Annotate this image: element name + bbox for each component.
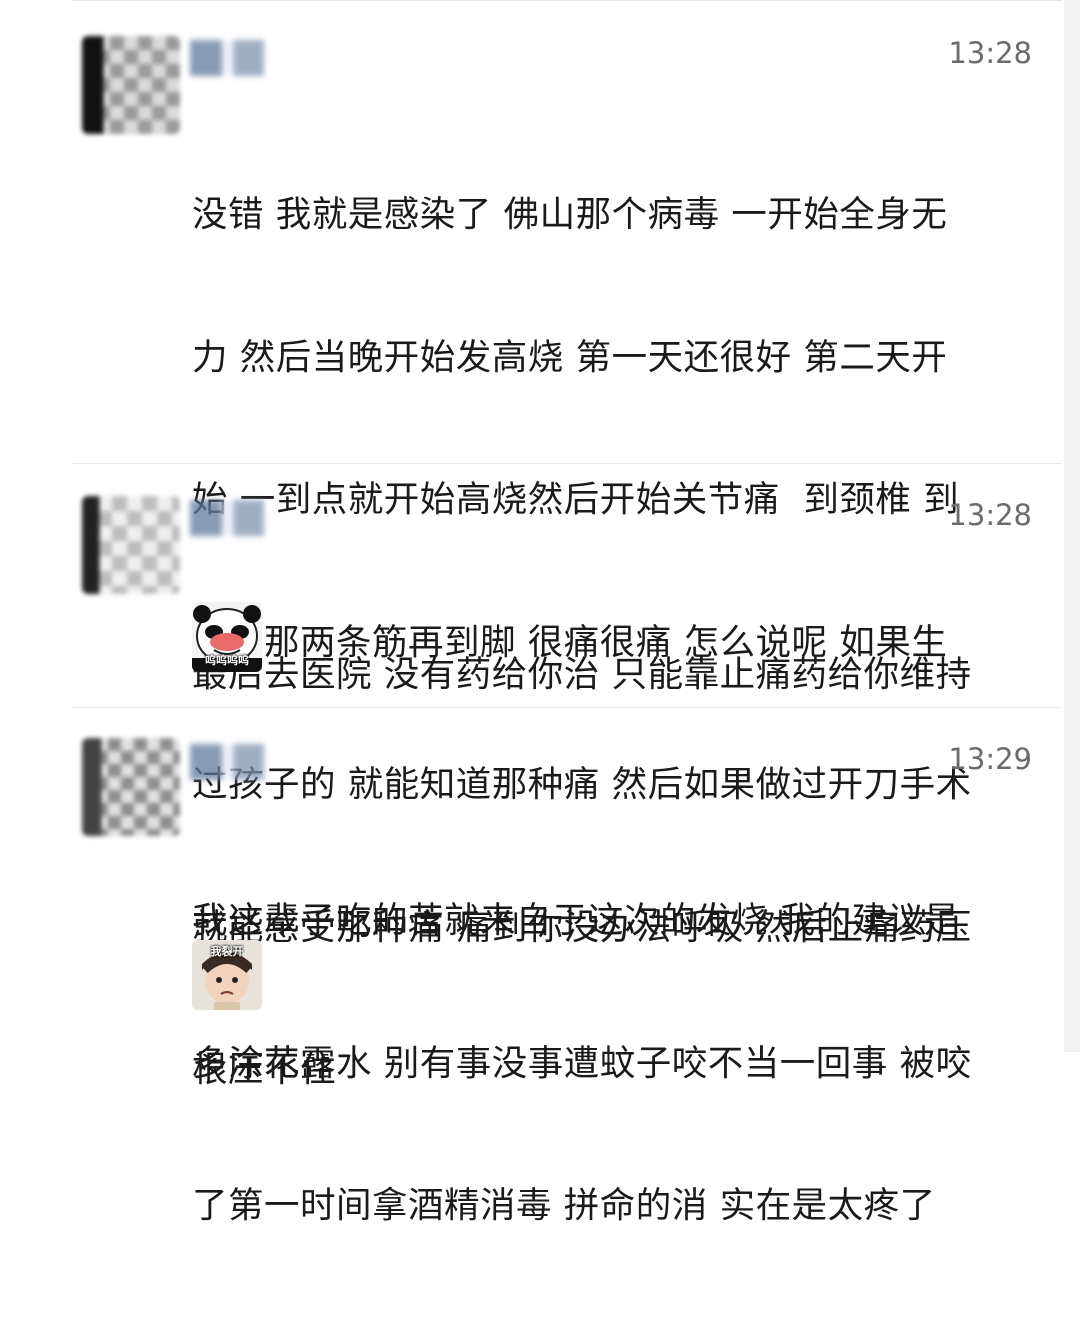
sender-name-blurred xyxy=(190,500,274,536)
message-line: 我这辈子吃的苦就来自于这次的发烧 我的建议是 xyxy=(192,900,960,941)
sender-name-blurred xyxy=(190,40,274,76)
avatar[interactable] xyxy=(82,496,180,594)
message-divider xyxy=(72,463,1062,464)
message-text[interactable]: 最后去医院 没有药给你治 只能靠止痛药给你维持 xyxy=(192,556,1052,794)
message-divider xyxy=(72,707,1062,708)
message-time: 13:28 xyxy=(948,498,1032,532)
message-line: 多涂花露水 别有事没事遭蚊子咬不当一回事 被咬 xyxy=(192,1042,972,1084)
message-time: 13:28 xyxy=(948,36,1032,70)
right-edge-strip xyxy=(1064,0,1080,1052)
avatar[interactable] xyxy=(82,738,180,836)
message-time: 13:29 xyxy=(948,742,1032,776)
crying-child-sticker[interactable]: 我裂开 xyxy=(192,940,262,1010)
message-line: 最后去医院 没有药给你治 只能靠止痛药给你维持 xyxy=(192,654,972,695)
message-text[interactable]: 我这辈子吃的苦就来自于这次的发烧 我的建议是 多涂花露水 别有事没事遭蚊子咬不当… xyxy=(192,802,1052,1325)
top-divider xyxy=(72,0,1062,1)
message-line: 了第一时间拿酒精消毒 拼命的消 实在是太疼了 xyxy=(192,1185,936,1226)
crying-panda-sticker[interactable]: 呜呜呜呜 xyxy=(192,602,262,672)
sender-name-blurred xyxy=(190,744,274,780)
sticker-caption: 呜呜呜呜 xyxy=(205,654,249,667)
message-line: 力 然后当晚开始发高烧 第一天还很好 第二天开 xyxy=(192,336,948,378)
message-line: 没错 我就是感染了 佛山那个病毒 一开始全身无 xyxy=(192,194,948,235)
avatar[interactable] xyxy=(82,36,180,134)
message-line: 始 一到点就开始高烧然后开始关节痛 到颈椎 到 xyxy=(192,479,960,520)
sticker-caption: 我裂开 xyxy=(210,945,244,958)
